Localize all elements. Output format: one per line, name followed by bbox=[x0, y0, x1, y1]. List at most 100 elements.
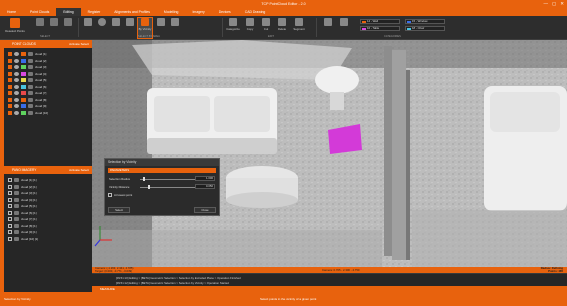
eye-icon[interactable] bbox=[14, 65, 19, 70]
selection-radius-slider[interactable] bbox=[140, 178, 196, 180]
eye-icon[interactable] bbox=[14, 104, 19, 109]
point-cloud-item[interactable]: cloud [2] bbox=[8, 58, 88, 64]
categories-filter-button[interactable] bbox=[338, 18, 350, 38]
visibility-checkbox[interactable] bbox=[8, 91, 12, 96]
minimize-button[interactable]: — bbox=[543, 1, 548, 7]
tab-modelling[interactable]: Modelling bbox=[157, 8, 186, 16]
tab-imagery[interactable]: Imagery bbox=[185, 8, 211, 16]
cloud-color-swatch[interactable] bbox=[21, 52, 26, 57]
lowest-point-option[interactable]: At lowest point bbox=[108, 192, 216, 198]
cloud-color-swatch[interactable] bbox=[21, 71, 26, 76]
eye-icon[interactable] bbox=[14, 84, 19, 89]
tab-editing[interactable]: Editing bbox=[56, 8, 81, 16]
tab-point-clouds[interactable]: Point Clouds bbox=[23, 8, 56, 16]
visibility-checkbox[interactable] bbox=[8, 197, 12, 202]
category-chip[interactable]: 14 - Wall bbox=[360, 19, 400, 24]
select-plane-button[interactable] bbox=[82, 18, 94, 38]
close-button[interactable]: ✕ bbox=[560, 1, 564, 7]
deselect-points-button[interactable]: Deselect Points bbox=[4, 18, 26, 38]
cloud-color-swatch[interactable] bbox=[21, 97, 26, 102]
eye-icon[interactable] bbox=[14, 110, 19, 115]
visibility-checkbox[interactable] bbox=[8, 110, 12, 115]
eye-icon[interactable] bbox=[14, 91, 19, 96]
cloud-color-swatch[interactable] bbox=[21, 110, 26, 115]
eye-icon[interactable] bbox=[14, 58, 19, 63]
category-chip[interactable]: 15 - Window bbox=[405, 19, 445, 24]
visibility-checkbox[interactable] bbox=[8, 71, 12, 76]
delete-button[interactable]: Delete bbox=[276, 18, 288, 38]
eye-icon[interactable] bbox=[14, 97, 19, 102]
tab-cad-drawing[interactable]: CAD Drawing bbox=[238, 8, 273, 16]
visibility-checkbox[interactable] bbox=[8, 104, 12, 109]
point-cloud-item[interactable]: cloud [6] bbox=[8, 84, 88, 90]
tab-alignments[interactable]: Alignments and Profiles bbox=[107, 8, 157, 16]
visibility-checkbox[interactable] bbox=[8, 204, 12, 209]
pano-item[interactable]: cloud [4] [1] bbox=[8, 197, 88, 203]
select-lasso-button[interactable] bbox=[62, 18, 74, 38]
pano-item[interactable]: cloud [7] [1] bbox=[8, 216, 88, 222]
panel-tools[interactable]: Activate Select bbox=[69, 166, 89, 174]
point-cloud-item[interactable]: cloud [8] bbox=[8, 97, 88, 103]
select-cylinder-button[interactable] bbox=[110, 18, 122, 38]
tab-register[interactable]: Register bbox=[81, 8, 108, 16]
vicinity-distance-knob[interactable] bbox=[148, 185, 151, 189]
copy-button[interactable]: Copy bbox=[244, 18, 256, 38]
pano-item[interactable]: cloud [9] [1] bbox=[8, 229, 88, 235]
point-cloud-item[interactable]: cloud [10] bbox=[8, 110, 88, 116]
point-cloud-item[interactable]: cloud [7] bbox=[8, 90, 88, 96]
selection-radius-input[interactable]: 1.000 bbox=[195, 176, 215, 182]
pano-item[interactable]: cloud [6] [1] bbox=[8, 210, 88, 216]
cloud-color-swatch[interactable] bbox=[21, 104, 26, 109]
point-cloud-item[interactable]: cloud [1] bbox=[8, 51, 88, 57]
cloud-color-swatch[interactable] bbox=[21, 65, 26, 70]
vicinity-distance-input[interactable]: 0.050 bbox=[195, 184, 215, 190]
pano-item[interactable]: cloud [10] [1] bbox=[8, 236, 88, 242]
visibility-checkbox[interactable] bbox=[8, 223, 12, 228]
pano-item[interactable]: cloud [8] [1] bbox=[8, 223, 88, 229]
visibility-checkbox[interactable] bbox=[8, 184, 12, 189]
select-by-class-button[interactable] bbox=[169, 18, 181, 38]
pano-item[interactable]: cloud [2] [1] bbox=[8, 184, 88, 190]
cloud-color-swatch[interactable] bbox=[21, 78, 26, 83]
eye-icon[interactable] bbox=[14, 52, 19, 57]
visibility-checkbox[interactable] bbox=[8, 230, 12, 235]
visibility-checkbox[interactable] bbox=[8, 52, 12, 57]
point-cloud-item[interactable]: cloud [4] bbox=[8, 71, 88, 77]
category-chip[interactable]: 16 - Table bbox=[360, 26, 400, 31]
categorize-button[interactable]: Categorize bbox=[226, 18, 240, 38]
visibility-checkbox[interactable] bbox=[8, 210, 12, 215]
select-box3d-button[interactable] bbox=[124, 18, 136, 38]
visibility-checkbox[interactable] bbox=[8, 178, 12, 183]
cloud-color-swatch[interactable] bbox=[21, 84, 26, 89]
visibility-checkbox[interactable] bbox=[8, 97, 12, 102]
tab-home[interactable]: Home bbox=[0, 8, 23, 16]
visibility-checkbox[interactable] bbox=[8, 84, 12, 89]
eye-icon[interactable] bbox=[14, 71, 19, 76]
visibility-checkbox[interactable] bbox=[8, 217, 12, 222]
segment-button[interactable]: Segment bbox=[292, 18, 306, 38]
select-button[interactable]: Select bbox=[108, 207, 130, 213]
selection-radius-knob[interactable] bbox=[142, 177, 145, 181]
point-cloud-item[interactable]: cloud [5] bbox=[8, 77, 88, 83]
visibility-checkbox[interactable] bbox=[8, 65, 12, 70]
tab-devices[interactable]: Devices bbox=[212, 8, 238, 16]
visibility-checkbox[interactable] bbox=[8, 78, 12, 83]
point-cloud-item[interactable]: cloud [3] bbox=[8, 64, 88, 70]
cloud-color-swatch[interactable] bbox=[21, 91, 26, 96]
pano-item[interactable]: cloud [5] [1] bbox=[8, 203, 88, 209]
cloud-color-swatch[interactable] bbox=[21, 58, 26, 63]
maximize-button[interactable]: ▢ bbox=[552, 1, 556, 7]
category-chip[interactable]: 18 - Chair bbox=[405, 26, 445, 31]
pano-item[interactable]: cloud [3] [1] bbox=[8, 190, 88, 196]
visibility-checkbox[interactable] bbox=[8, 236, 12, 241]
pano-item[interactable]: cloud [1] [1] bbox=[8, 177, 88, 183]
eye-icon[interactable] bbox=[14, 78, 19, 83]
panel-tools[interactable]: Activate Select bbox=[69, 40, 89, 48]
visibility-checkbox[interactable] bbox=[8, 58, 12, 63]
categories-manage-button[interactable] bbox=[322, 18, 334, 38]
visibility-checkbox[interactable] bbox=[8, 191, 12, 196]
lowest-point-checkbox[interactable] bbox=[108, 193, 112, 197]
select-sphere-button[interactable] bbox=[96, 18, 108, 38]
point-cloud-item[interactable]: cloud [9] bbox=[8, 103, 88, 109]
close-dialog-button[interactable]: Close bbox=[194, 207, 216, 213]
